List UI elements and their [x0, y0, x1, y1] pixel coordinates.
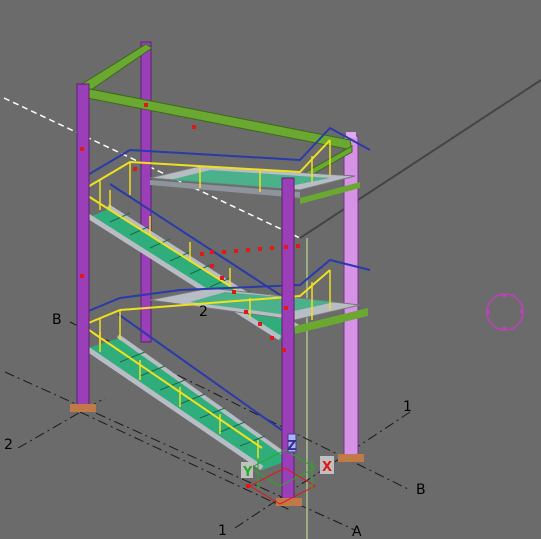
column-right-light[interactable]	[343, 132, 359, 459]
upper-landing	[149, 165, 360, 204]
triad-z-label: Z	[287, 439, 296, 454]
staircase-3d-model[interactable]: B 2 1 B 1 A 2 Y X Z	[0, 0, 541, 539]
base-plate-right	[338, 454, 364, 462]
target-circle-icon[interactable]	[486, 293, 524, 331]
grid-label-1-bottom: 1	[218, 523, 227, 539]
grid-label-2-center: 2	[199, 304, 208, 320]
model-viewport[interactable]: B 2 1 B 1 A 2 Y X Z	[0, 0, 541, 539]
triad-y-label: Y	[242, 465, 253, 480]
grid-label-2-left: 2	[4, 437, 13, 453]
column-back[interactable]	[140, 41, 152, 343]
grid-label-a-bottom: A	[352, 524, 362, 539]
column-front-left[interactable]	[70, 83, 96, 412]
grid-label-b-right: B	[416, 482, 426, 498]
triad-x-label: X	[322, 460, 332, 475]
grid-label-1-right: 1	[403, 399, 412, 415]
grid-label-b-left: B	[52, 312, 62, 328]
lower-flight	[84, 313, 292, 471]
